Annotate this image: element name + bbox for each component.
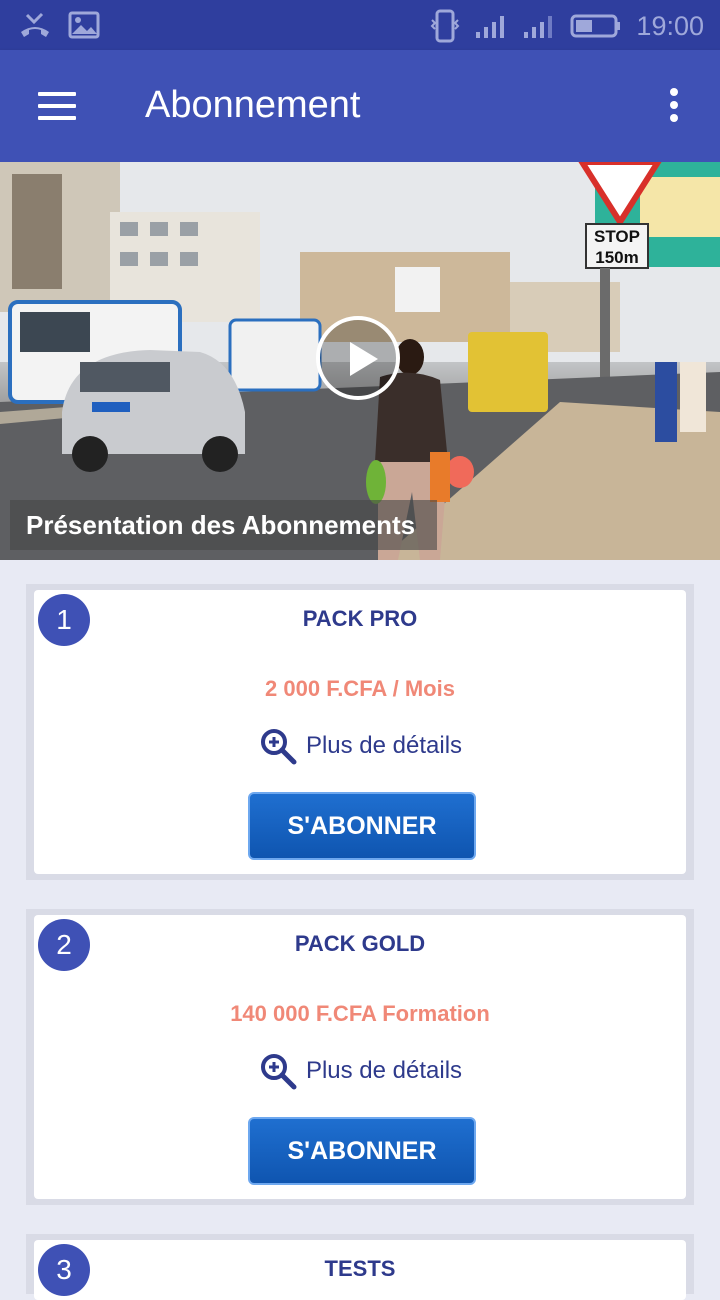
- vibrate-icon: [431, 9, 460, 43]
- pack-card: 3 TESTS: [34, 1240, 686, 1300]
- signal-icon: [524, 16, 553, 38]
- details-link[interactable]: Plus de détails: [34, 726, 686, 766]
- app-bar: Abonnement: [0, 50, 720, 162]
- details-label: Plus de détails: [305, 732, 463, 759]
- pack-card-wrapper: 1 PACK PRO 2 000 F.CFA / Mois Plus de dé…: [26, 584, 694, 880]
- svg-text:STOP: STOP: [594, 227, 640, 246]
- pack-card: 2 PACK GOLD 140 000 F.CFA Formation Plus…: [34, 915, 686, 1199]
- pack-title: TESTS: [324, 1256, 396, 1281]
- hero-caption: Présentation des Abonnements: [10, 500, 437, 550]
- status-time: 19:00: [636, 10, 704, 41]
- missed-call-icon: [21, 12, 49, 37]
- svg-text:150m: 150m: [595, 248, 638, 267]
- subscribe-button[interactable]: S'ABONNER: [248, 1117, 476, 1185]
- status-bar: 19:00: [0, 0, 720, 50]
- image-icon: [68, 11, 100, 39]
- hamburger-menu-icon[interactable]: [38, 92, 76, 120]
- zoom-in-icon: [260, 1054, 297, 1090]
- page-title: Abonnement: [145, 84, 361, 126]
- hero-video[interactable]: STOP 150m Présentation des Abonnements: [0, 162, 720, 560]
- pack-card: 1 PACK PRO 2 000 F.CFA / Mois Plus de dé…: [34, 590, 686, 874]
- details-link[interactable]: Plus de détails: [34, 1051, 686, 1091]
- details-label: Plus de détails: [305, 1057, 463, 1084]
- signal-icon: [476, 16, 505, 38]
- pack-title: PACK PRO: [302, 606, 418, 631]
- battery-icon: [570, 14, 621, 38]
- play-icon[interactable]: [316, 316, 400, 400]
- more-vertical-icon[interactable]: [666, 88, 682, 128]
- pack-card-wrapper: 2 PACK GOLD 140 000 F.CFA Formation Plus…: [26, 909, 694, 1205]
- zoom-in-icon: [260, 729, 297, 765]
- pack-card-wrapper: 3 TESTS: [26, 1234, 694, 1300]
- pack-title: PACK GOLD: [294, 931, 426, 956]
- pack-price: 140 000 F.CFA Formation: [230, 1001, 490, 1026]
- subscribe-button[interactable]: S'ABONNER: [248, 792, 476, 860]
- pack-price: 2 000 F.CFA / Mois: [265, 676, 455, 701]
